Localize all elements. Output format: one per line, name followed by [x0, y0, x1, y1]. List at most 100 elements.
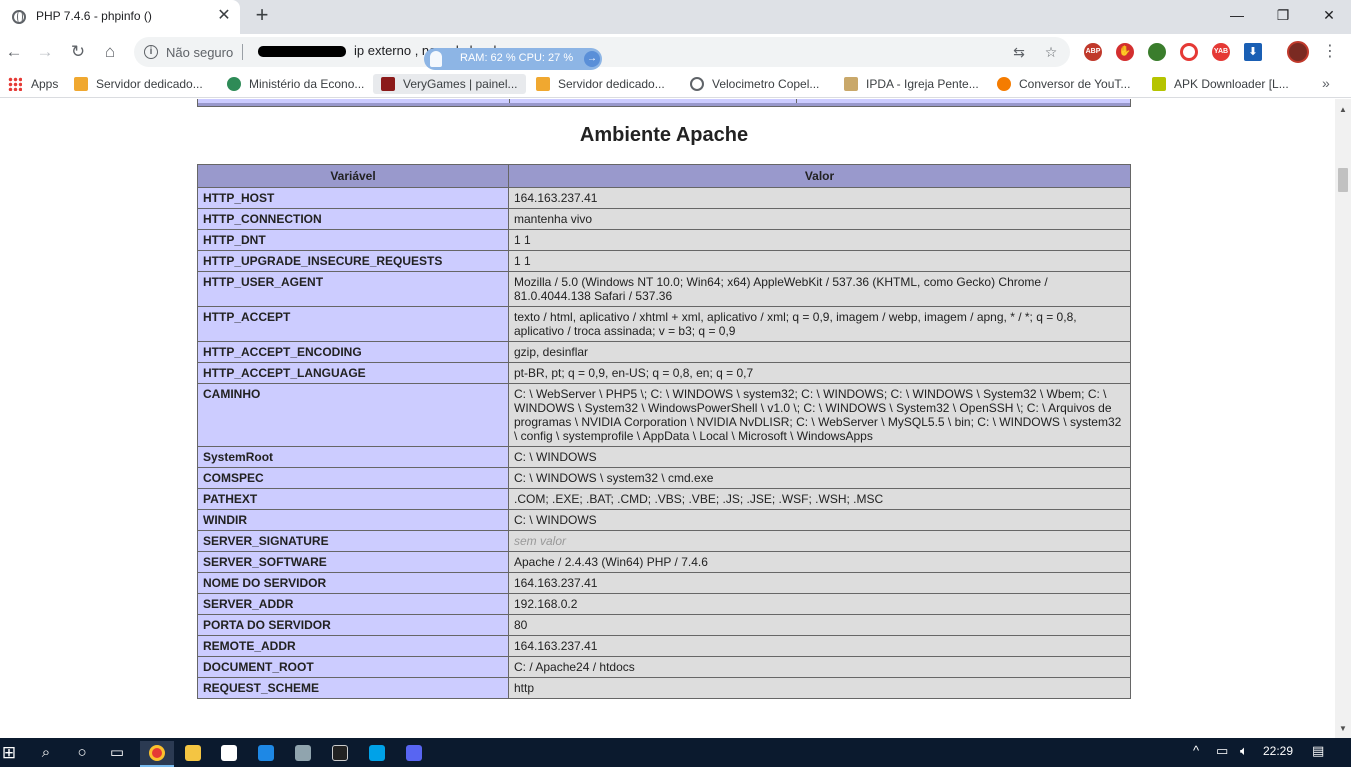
bookmark-apps[interactable]: Apps	[8, 75, 58, 93]
table-row: COMSPEC C: \ WINDOWS \ system32 \ cmd.exe	[197, 467, 1131, 489]
chrome-icon	[149, 745, 165, 761]
browser-toolbar: ← → ↻ ⌂ i Não seguro ip externo , na red…	[0, 34, 1351, 70]
reload-button[interactable]: ↻	[66, 40, 90, 64]
scrollbar-thumb[interactable]	[1338, 168, 1348, 192]
task-view-icon[interactable]: ▭	[105, 741, 129, 765]
windows-taskbar: ⊞ ⌕ ○ ▭ ^ ▭ 🔈︎ 22:29 ▤	[0, 738, 1351, 767]
section-title: Ambiente Apache	[579, 124, 749, 146]
maximize-button[interactable]: ❐	[1260, 0, 1306, 30]
translate-icon[interactable]: ⇆	[1010, 43, 1028, 61]
bookmark-item[interactable]: IPDA - Igreja Pente...	[844, 75, 979, 93]
scroll-up-arrow-icon[interactable]: ▲	[1335, 103, 1351, 117]
table-row: SERVER_SOFTWARE Apache / 2.4.43 (Win64) P…	[197, 551, 1131, 573]
skype-taskbar-app[interactable]	[360, 741, 394, 767]
variable-name-cell: HTTP_DNT	[197, 229, 509, 251]
store-taskbar-app[interactable]	[212, 741, 246, 767]
explorer-taskbar-app[interactable]	[176, 741, 210, 767]
mail-taskbar-app[interactable]	[249, 741, 283, 767]
menu-icon[interactable]: ⋮	[1320, 41, 1340, 63]
block-extension-icon[interactable]	[1180, 43, 1198, 61]
new-tab-button[interactable]: +	[250, 4, 274, 28]
ministry-icon	[227, 77, 241, 91]
security-label[interactable]: Não seguro	[166, 45, 233, 60]
server-icon	[536, 77, 550, 91]
globe-icon	[12, 10, 26, 24]
yab-extension-icon[interactable]: YAB	[1212, 43, 1230, 61]
variable-name-cell: HTTP_UPGRADE_INSECURE_REQUESTS	[197, 250, 509, 272]
discord-icon	[406, 745, 422, 761]
bookmark-item[interactable]: Velocimetro Copel...	[690, 75, 819, 93]
previous-table-edge	[197, 99, 1131, 107]
table-row: PATHEXT .COM; .EXE; .BAT; .CMD; .VBS; .VB…	[197, 488, 1131, 510]
bookmark-item[interactable]: Servidor dedicado...	[536, 75, 665, 93]
remote-desktop-taskbar-app[interactable]	[286, 741, 320, 767]
arrow-right-icon[interactable]: →	[584, 51, 600, 67]
volume-icon[interactable]: 🔈︎	[1240, 743, 1248, 759]
chrome-taskbar-app[interactable]	[140, 741, 174, 767]
church-icon	[844, 77, 858, 91]
close-window-button[interactable]: ✕	[1306, 0, 1351, 30]
variable-name-cell: SystemRoot	[197, 446, 509, 468]
forward-button[interactable]: →	[33, 40, 57, 64]
bookmark-item[interactable]: VeryGames | painel...	[373, 74, 526, 94]
search-icon[interactable]: ⌕	[34, 741, 58, 765]
remote-desktop-icon	[295, 745, 311, 761]
variable-value-cell: .COM; .EXE; .BAT; .CMD; .VBS; .VBE; .JS;…	[508, 488, 1131, 510]
variable-name-cell: DOCUMENT_ROOT	[197, 656, 509, 678]
variable-name-cell: PORTA DO SERVIDOR	[197, 614, 509, 636]
variable-value-cell: C: \ WINDOWS \ system32 \ cmd.exe	[508, 467, 1131, 489]
back-button[interactable]: ←	[2, 40, 26, 64]
variable-name-cell: CAMINHO	[197, 383, 509, 447]
tab-close-button[interactable]: ✕	[214, 6, 234, 26]
variable-name-cell: HTTP_CONNECTION	[197, 208, 509, 230]
variable-value-cell: 164.163.237.41	[508, 187, 1131, 209]
cmd-taskbar-app[interactable]	[323, 741, 357, 767]
network-icon[interactable]: ▭	[1216, 743, 1228, 759]
variable-value-cell: mantenha vivo	[508, 208, 1131, 230]
table-row: REQUEST_SCHEME http	[197, 677, 1131, 699]
variable-value-cell: C: \ WINDOWS	[508, 446, 1131, 468]
variable-value-cell: 164.163.237.41	[508, 572, 1131, 594]
browser-tab[interactable]: PHP 7.4.6 - phpinfo () ✕	[0, 0, 240, 34]
star-icon[interactable]: ☆	[1042, 43, 1060, 61]
vertical-scrollbar[interactable]: ▲ ▼	[1335, 99, 1351, 738]
tray-chevron-icon[interactable]: ^	[1193, 743, 1199, 758]
adblock-extension-icon[interactable]: ABP	[1084, 43, 1102, 61]
minimize-button[interactable]: —	[1214, 0, 1260, 30]
ram-cpu-widget[interactable]: RAM: 62 % CPU: 27 % →	[424, 48, 602, 70]
variable-value-cell: Apache / 2.4.43 (Win64) PHP / 7.4.6	[508, 551, 1131, 573]
table-row: HTTP_HOST 164.163.237.41	[197, 187, 1131, 209]
home-button[interactable]: ⌂	[98, 40, 122, 64]
discord-taskbar-app[interactable]	[397, 741, 431, 767]
globe-extension-icon[interactable]	[1148, 43, 1166, 61]
table-row: HTTP_UPGRADE_INSECURE_REQUESTS 1 1	[197, 250, 1131, 272]
mail-icon	[258, 745, 274, 761]
variable-value-cell: pt-BR, pt; q = 0,9, en-US; q = 0,8, en; …	[508, 362, 1131, 384]
windows-start-icon[interactable]: ⊞	[0, 741, 21, 765]
bookmarks-overflow-chevron[interactable]: »	[1322, 75, 1330, 91]
hand-extension-icon[interactable]: ✋	[1116, 43, 1134, 61]
variable-name-cell: COMSPEC	[197, 467, 509, 489]
scroll-down-arrow-icon[interactable]: ▼	[1335, 722, 1351, 736]
bookmark-item[interactable]: Conversor de YouT...	[997, 75, 1130, 93]
redaction-mark	[258, 46, 346, 57]
address-bar[interactable]: i Não seguro ip externo , na rede local …	[134, 37, 1070, 67]
bookmark-item[interactable]: APK Downloader [L...	[1152, 75, 1289, 93]
variable-name-cell: HTTP_USER_AGENT	[197, 271, 509, 307]
table-row: HTTP_ACCEPT_LANGUAGE pt-BR, pt; q = 0,9, …	[197, 362, 1131, 384]
table-row: SERVER_SIGNATURE sem valor	[197, 530, 1131, 552]
cortana-icon[interactable]: ○	[70, 741, 94, 765]
rocket-icon	[430, 51, 442, 67]
bookmark-item[interactable]: Servidor dedicado...	[74, 75, 203, 93]
variable-value-cell: http	[508, 677, 1131, 699]
download-extension-icon[interactable]: ⬇	[1244, 43, 1262, 61]
profile-avatar[interactable]	[1287, 41, 1309, 63]
bookmark-item[interactable]: Ministério da Econo...	[227, 75, 364, 93]
apache-environment-table: Variável Valor HTTP_HOST 164.163.237.41 HT…	[197, 164, 1131, 699]
notification-icon[interactable]: ▤	[1312, 743, 1324, 759]
table-row: SERVER_ADDR 192.168.0.2	[197, 593, 1131, 615]
variable-value-cell: Mozilla / 5.0 (Windows NT 10.0; Win64; x…	[508, 271, 1131, 307]
info-icon[interactable]: i	[144, 45, 158, 59]
taskbar-clock[interactable]: 22:29	[1263, 744, 1293, 758]
table-row: DOCUMENT_ROOT C: / Apache24 / htdocs	[197, 656, 1131, 678]
